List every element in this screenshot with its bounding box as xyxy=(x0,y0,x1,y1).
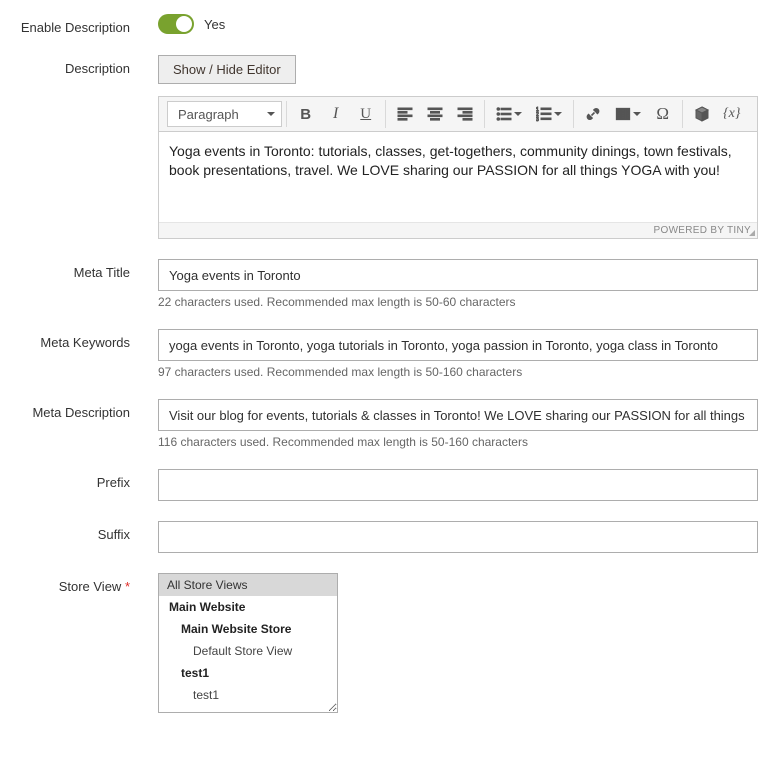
store-view-option[interactable]: Main Website xyxy=(159,596,337,618)
chevron-down-icon xyxy=(267,112,275,116)
link-button[interactable] xyxy=(578,100,608,128)
numbered-list-button[interactable]: 123 xyxy=(529,100,569,128)
bold-button[interactable]: B xyxy=(291,100,321,128)
svg-text:3: 3 xyxy=(536,117,539,122)
description-label: Description xyxy=(18,55,158,76)
table-button[interactable] xyxy=(608,100,648,128)
suffix-input[interactable] xyxy=(158,521,758,553)
prefix-input[interactable] xyxy=(158,469,758,501)
resize-handle[interactable] xyxy=(746,227,756,237)
prefix-label: Prefix xyxy=(18,469,158,490)
format-selector[interactable]: Paragraph xyxy=(167,101,282,127)
align-right-icon xyxy=(457,106,473,122)
meta-description-hint: 116 characters used. Recommended max len… xyxy=(158,435,758,449)
format-selector-label: Paragraph xyxy=(178,107,239,122)
special-char-button[interactable]: Ω xyxy=(648,100,678,128)
omega-icon: Ω xyxy=(656,104,669,124)
italic-button[interactable]: I xyxy=(321,100,351,128)
meta-description-input[interactable] xyxy=(158,399,758,431)
store-view-label: Store View xyxy=(18,573,158,594)
link-icon xyxy=(585,106,601,122)
enable-description-label: Enable Description xyxy=(18,14,158,35)
suffix-label: Suffix xyxy=(18,521,158,542)
numbered-list-icon: 123 xyxy=(536,106,552,122)
powered-by-label: POWERED BY TINY xyxy=(654,225,751,236)
store-view-option[interactable]: All Store Views xyxy=(159,574,337,596)
store-view-select[interactable]: All Store ViewsMain WebsiteMain Website … xyxy=(158,573,338,713)
meta-description-label: Meta Description xyxy=(18,399,158,420)
chevron-down-icon xyxy=(633,112,641,116)
meta-title-input[interactable] xyxy=(158,259,758,291)
variable-icon: {x} xyxy=(723,106,740,122)
align-center-button[interactable] xyxy=(420,100,450,128)
meta-keywords-input[interactable] xyxy=(158,329,758,361)
align-right-button[interactable] xyxy=(450,100,480,128)
bullet-list-icon xyxy=(496,106,512,122)
store-view-option[interactable]: Default Store View xyxy=(159,640,337,662)
rich-text-editor: Paragraph B I U xyxy=(158,96,758,239)
enable-description-toggle[interactable] xyxy=(158,14,194,34)
show-hide-editor-button[interactable]: Show / Hide Editor xyxy=(158,55,296,84)
underline-button[interactable]: U xyxy=(351,100,381,128)
store-view-option[interactable]: test1 xyxy=(159,684,337,706)
store-view-option[interactable]: Main Website Store xyxy=(159,618,337,640)
meta-keywords-label: Meta Keywords xyxy=(18,329,158,350)
underline-icon: U xyxy=(360,106,371,123)
meta-title-label: Meta Title xyxy=(18,259,158,280)
store-view-option[interactable]: test1 xyxy=(159,662,337,684)
widget-button[interactable] xyxy=(687,100,717,128)
meta-keywords-hint: 97 characters used. Recommended max leng… xyxy=(158,365,758,379)
editor-content[interactable]: Yoga events in Toronto: tutorials, class… xyxy=(159,132,757,222)
bullet-list-button[interactable] xyxy=(489,100,529,128)
chevron-down-icon xyxy=(514,112,522,116)
align-center-icon xyxy=(427,106,443,122)
italic-icon: I xyxy=(333,105,338,123)
editor-footer: POWERED BY TINY xyxy=(159,222,757,238)
enable-description-value: Yes xyxy=(204,17,225,32)
editor-toolbar: Paragraph B I U xyxy=(159,97,757,132)
cube-icon xyxy=(694,106,710,122)
align-left-button[interactable] xyxy=(390,100,420,128)
chevron-down-icon xyxy=(554,112,562,116)
table-icon xyxy=(615,106,631,122)
align-left-icon xyxy=(397,106,413,122)
meta-title-hint: 22 characters used. Recommended max leng… xyxy=(158,295,758,309)
variable-button[interactable]: {x} xyxy=(717,100,747,128)
bold-icon: B xyxy=(300,106,311,123)
